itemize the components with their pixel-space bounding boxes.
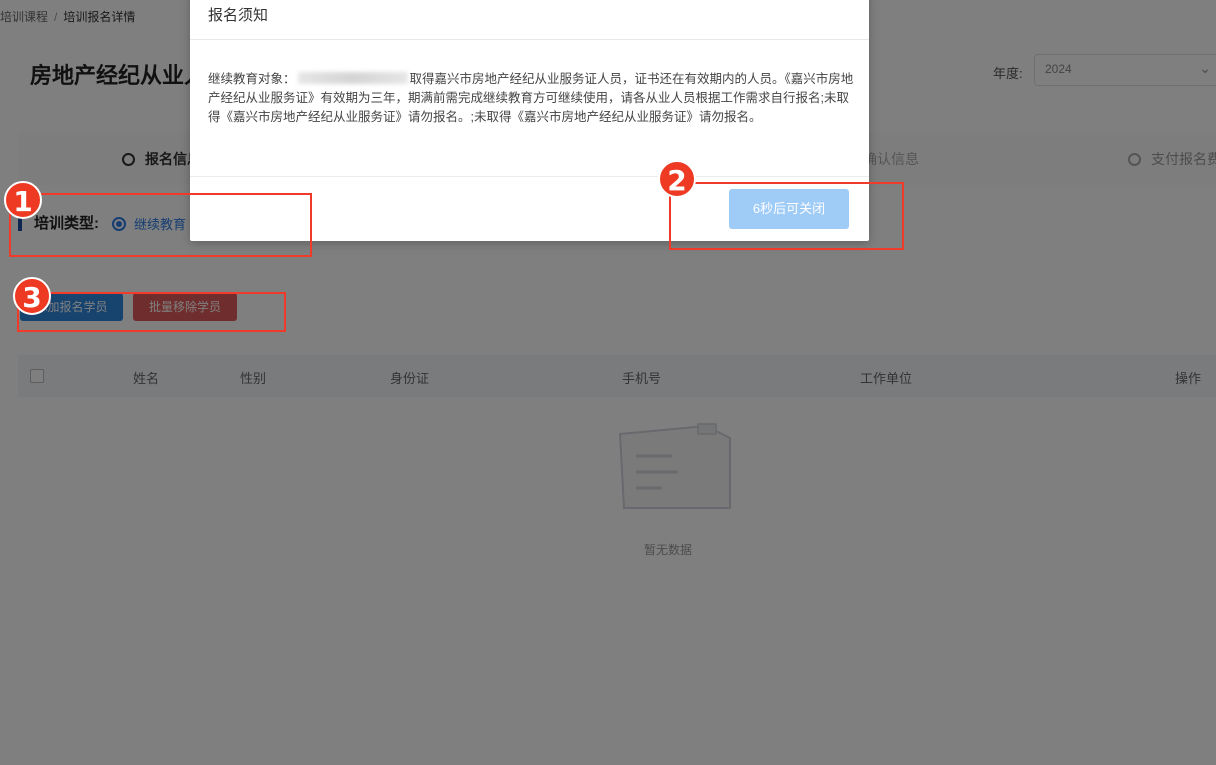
annotation-badge-2: 2	[658, 160, 696, 198]
dialog-body-prefix: 继续教育对象：	[208, 72, 296, 86]
annotation-box-1	[9, 193, 312, 257]
annotation-badge-1: 1	[4, 181, 42, 219]
dialog-header: 报名须知	[190, 0, 869, 40]
annotation-box-3	[17, 292, 286, 332]
redacted-text	[297, 72, 408, 84]
annotation-box-2	[669, 182, 904, 250]
dialog-title: 报名须知	[208, 7, 269, 24]
dialog-divider	[190, 176, 869, 177]
dialog-body: 继续教育对象： 取得嘉兴市房地产经纪从业服务证人员，证书还在有效期内的人员。《嘉兴…	[208, 70, 854, 127]
annotation-badge-3: 3	[13, 277, 51, 315]
